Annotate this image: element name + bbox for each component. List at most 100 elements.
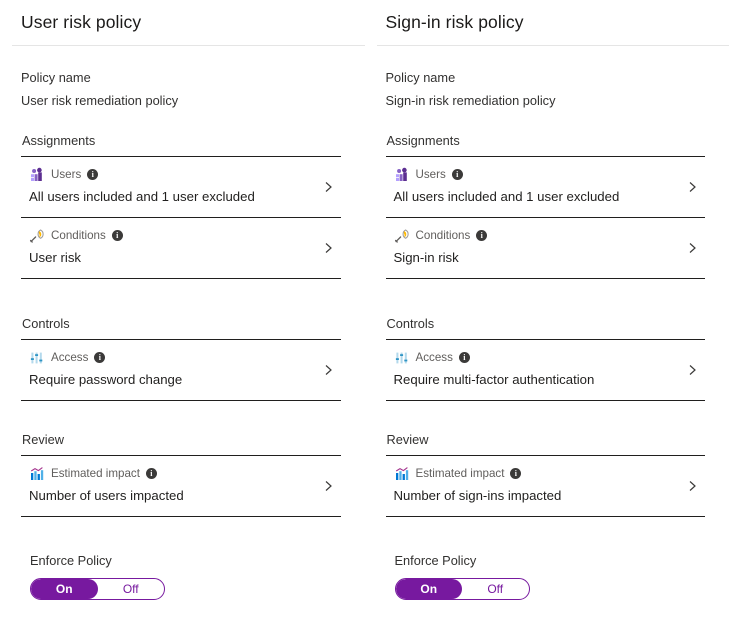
page-title-user-risk: User risk policy (21, 12, 142, 32)
row-conditions[interactable]: Conditions i Sign-in risk (385, 218, 705, 279)
section-title-controls: Controls (386, 316, 435, 331)
row-access-header: Access i (394, 349, 676, 366)
row-estimated-impact[interactable]: Estimated impact i Number of sign-ins im… (385, 456, 705, 517)
section-title-assignments: Assignments (386, 133, 460, 148)
section-title-review: Review (22, 432, 64, 447)
users-icon (29, 167, 45, 183)
row-users-value: All users included and 1 user excluded (29, 189, 255, 204)
chevron-right-icon[interactable] (686, 242, 699, 255)
row-access-value: Require password change (29, 372, 183, 387)
users-icon (394, 167, 410, 183)
section-review-sign-in-risk: Review Estimated impact i Number of sign… (385, 431, 705, 517)
row-estimated-impact-value: Number of users impacted (29, 488, 184, 503)
row-users[interactable]: Users i All users included and 1 user ex… (21, 157, 341, 218)
row-users-label: Users (415, 167, 446, 181)
section-rows-assignments: Users i All users included and 1 user ex… (385, 156, 705, 279)
row-estimated-impact[interactable]: Estimated impact i Number of users impac… (21, 456, 341, 517)
policy-columns: User risk policy Policy name User risk r… (0, 0, 729, 618)
row-access-label: Access (415, 350, 453, 364)
info-icon[interactable]: i (145, 468, 157, 479)
policy-name-label: Policy name (385, 70, 456, 85)
estimated-impact-icon (394, 466, 410, 482)
policy-name-label: Policy name (21, 70, 91, 85)
policy-name-value: Sign-in risk remediation policy (385, 93, 556, 108)
panel-header-sign-in-risk: Sign-in risk policy (376, 0, 729, 46)
info-icon[interactable]: i (87, 169, 99, 180)
section-rows-controls: Access i Require multi-factor authentica… (385, 339, 705, 401)
row-conditions-value: Sign-in risk (393, 250, 459, 265)
panel-body-user-risk: Policy name User risk remediation policy… (12, 46, 365, 618)
row-access-label: Access (51, 350, 89, 364)
enforce-policy-toggle[interactable]: On Off (394, 578, 530, 600)
row-estimated-impact-label: Estimated impact (51, 466, 140, 480)
chevron-right-icon[interactable] (322, 364, 335, 377)
row-users-header: Users i (394, 166, 676, 183)
row-users-value: All users included and 1 user excluded (393, 189, 620, 204)
row-users-label: Users (51, 167, 82, 181)
panel-user-risk-policy: User risk policy Policy name User risk r… (0, 0, 365, 618)
access-icon (29, 350, 45, 366)
identity-protection-policies-screen: User risk policy Policy name User risk r… (0, 0, 729, 618)
section-title-assignments: Assignments (22, 133, 96, 148)
section-rows-review: Estimated impact i Number of sign-ins im… (385, 455, 705, 517)
section-rows-controls: Access i Require password change (21, 339, 341, 401)
info-icon[interactable]: i (458, 352, 470, 363)
enforce-policy-toggle[interactable]: On Off (30, 578, 165, 600)
section-review-user-risk: Review Estimated impact i Number of user… (21, 431, 341, 517)
row-access[interactable]: Access i Require password change (21, 340, 341, 401)
chevron-right-icon[interactable] (322, 242, 335, 255)
policy-name-block-sign-in-risk: Policy name Sign-in risk remediation pol… (386, 68, 706, 110)
section-controls-user-risk: Controls Access i Require password chang… (21, 315, 341, 401)
row-access-value: Require multi-factor authentication (393, 372, 595, 387)
row-conditions-label: Conditions (415, 228, 471, 242)
chevron-right-icon[interactable] (686, 364, 699, 377)
policy-name-block-user-risk: Policy name User risk remediation policy (21, 68, 341, 110)
enforce-policy-user-risk: Enforce Policy On Off (21, 551, 341, 618)
chevron-right-icon[interactable] (686, 181, 699, 194)
enforce-policy-label: Enforce Policy (30, 553, 112, 568)
enforce-policy-label: Enforce Policy (394, 553, 477, 568)
row-users[interactable]: Users i All users included and 1 user ex… (385, 157, 705, 218)
access-icon (394, 350, 410, 366)
toggle-option-on[interactable]: On (31, 579, 98, 599)
row-conditions-value: User risk (29, 250, 82, 265)
section-assignments-user-risk: Assignments Users i All users included a… (21, 132, 341, 279)
estimated-impact-icon (29, 466, 45, 482)
row-conditions[interactable]: Conditions i User risk (21, 218, 341, 279)
info-icon[interactable]: i (476, 230, 488, 241)
info-icon[interactable]: i (111, 230, 123, 241)
toggle-option-on[interactable]: On (395, 579, 462, 599)
panel-sign-in-risk-policy: Sign-in risk policy Policy name Sign-in … (365, 0, 729, 618)
section-title-review: Review (386, 432, 429, 447)
section-title-controls: Controls (22, 316, 70, 331)
row-users-header: Users i (29, 166, 311, 183)
panel-body-sign-in-risk: Policy name Sign-in risk remediation pol… (377, 46, 729, 618)
section-assignments-sign-in-risk: Assignments Users i All users included a… (385, 132, 705, 279)
row-access[interactable]: Access i Require multi-factor authentica… (385, 340, 705, 401)
panel-header-user-risk: User risk policy (12, 0, 365, 46)
row-estimated-impact-header: Estimated impact i (394, 465, 676, 482)
row-estimated-impact-label: Estimated impact (415, 466, 505, 480)
conditions-icon (394, 228, 410, 244)
chevron-right-icon[interactable] (322, 480, 335, 493)
row-access-header: Access i (29, 349, 311, 366)
page-title-sign-in-risk: Sign-in risk policy (385, 12, 524, 32)
row-estimated-impact-value: Number of sign-ins impacted (393, 488, 562, 503)
chevron-right-icon[interactable] (686, 480, 699, 493)
conditions-icon (29, 228, 45, 244)
toggle-option-off[interactable]: Off (98, 579, 165, 599)
toggle-option-off[interactable]: Off (462, 579, 529, 599)
row-estimated-impact-header: Estimated impact i (29, 465, 311, 482)
chevron-right-icon[interactable] (322, 181, 335, 194)
info-icon[interactable]: i (94, 352, 106, 363)
info-icon[interactable]: i (451, 169, 463, 180)
row-conditions-header: Conditions i (394, 227, 676, 244)
info-icon[interactable]: i (510, 468, 522, 479)
policy-name-value: User risk remediation policy (21, 93, 179, 108)
section-rows-assignments: Users i All users included and 1 user ex… (21, 156, 341, 279)
row-conditions-label: Conditions (51, 228, 106, 242)
enforce-policy-sign-in-risk: Enforce Policy On Off (386, 551, 706, 618)
